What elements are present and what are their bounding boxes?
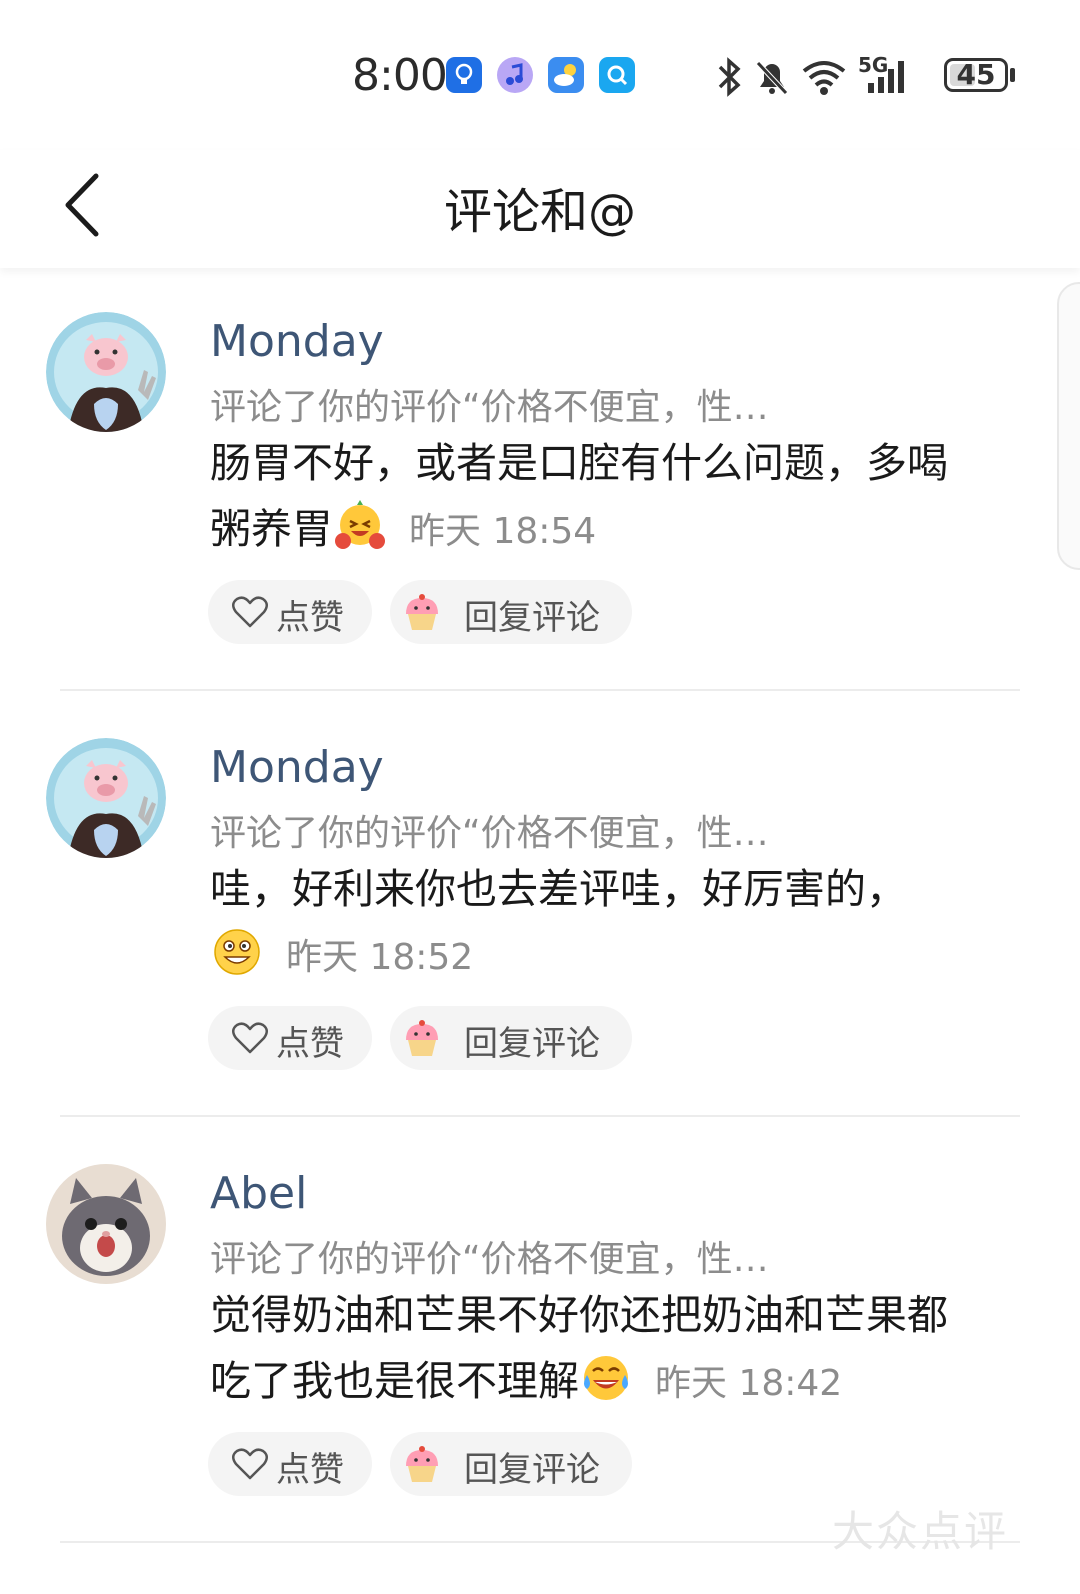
- watermark: 大众点评: [832, 1507, 1009, 1556]
- heart-icon: [232, 1022, 268, 1054]
- divider: [60, 1115, 1020, 1117]
- like-label: 点赞: [276, 1450, 344, 1490]
- grinning-emoji: [214, 929, 260, 975]
- like-button[interactable]: 点赞: [208, 580, 372, 644]
- page-title: 评论和@: [443, 184, 636, 240]
- reply-label: 回复评论: [464, 598, 600, 638]
- comment-body: 觉得奶油和芒果不好你还把奶油和芒果都 吃了我也是很不理解 昨天 18:42: [210, 1282, 1020, 1417]
- reply-label: 回复评论: [464, 1450, 600, 1490]
- comment-text-line: 觉得奶油和芒果不好你还把奶油和芒果都: [210, 1291, 948, 1339]
- cake-icon: [406, 1446, 438, 1482]
- user-name[interactable]: Monday: [210, 316, 384, 367]
- reply-button[interactable]: 回复评论: [390, 1006, 632, 1070]
- cake-icon: [406, 1020, 438, 1056]
- heart-icon: [232, 1448, 268, 1480]
- divider: [60, 689, 1020, 691]
- avatar[interactable]: [46, 1164, 166, 1284]
- comment-text-line: 肠胃不好，或者是口腔有什么问题，多喝: [210, 439, 948, 487]
- comment-context[interactable]: 评论了你的评价“价格不便宜，性…: [210, 804, 769, 856]
- reply-label: 回复评论: [464, 1024, 600, 1064]
- like-label: 点赞: [276, 1024, 344, 1064]
- top-nav-bar: 评论和@: [0, 150, 1080, 268]
- mute-bell-icon: [752, 55, 792, 99]
- wifi-icon: [800, 55, 848, 99]
- reply-button[interactable]: 回复评论: [390, 1432, 632, 1496]
- battery-level: 45: [956, 58, 996, 91]
- status-time: 8:00: [352, 50, 448, 101]
- like-button[interactable]: 点赞: [208, 1432, 372, 1496]
- comment-text-line: 哇，好利来你也去差评哇，好厉害的，: [210, 865, 907, 913]
- user-name[interactable]: Monday: [210, 742, 384, 793]
- comment-time: 昨天 18:42: [655, 1363, 843, 1404]
- signal-5g-icon: 5G: [858, 53, 918, 99]
- laughing-emoji: [335, 500, 385, 549]
- comment-time: 昨天 18:52: [286, 937, 474, 978]
- comment-body: 哇，好利来你也去差评哇，好厉害的， 昨天 18:52: [210, 856, 1020, 991]
- battery-icon: 45: [944, 58, 1008, 92]
- music-icon: [497, 57, 533, 93]
- comment-text-line: 吃了我也是很不理解: [210, 1357, 579, 1405]
- cake-icon: [406, 594, 438, 630]
- comment-text-line: 粥养胃: [210, 505, 333, 553]
- avatar[interactable]: [46, 312, 166, 432]
- network-type-label: 5G: [858, 53, 889, 77]
- avatar[interactable]: [46, 738, 166, 858]
- side-panel-edge[interactable]: [1057, 282, 1080, 570]
- like-label: 点赞: [276, 598, 344, 638]
- user-name[interactable]: Abel: [210, 1168, 307, 1219]
- bluetooth-icon: [712, 55, 746, 99]
- comment-context[interactable]: 评论了你的评价“价格不便宜，性…: [210, 1230, 769, 1282]
- status-bar: 8:00 5G 45: [0, 0, 1080, 150]
- lightbulb-icon: [446, 57, 482, 93]
- comment-time: 昨天 18:54: [409, 511, 597, 552]
- heart-icon: [232, 596, 268, 628]
- comment-body: 肠胃不好，或者是口腔有什么问题，多喝 粥养胃 昨天 18:54: [210, 430, 1020, 565]
- comment-context[interactable]: 评论了你的评价“价格不便宜，性…: [210, 378, 769, 430]
- weather-icon: [548, 57, 584, 93]
- battery-cap: [1010, 68, 1015, 82]
- search-app-icon: [599, 57, 635, 93]
- crying-laughing-emoji: [584, 1356, 628, 1400]
- reply-button[interactable]: 回复评论: [390, 580, 632, 644]
- like-button[interactable]: 点赞: [208, 1006, 372, 1070]
